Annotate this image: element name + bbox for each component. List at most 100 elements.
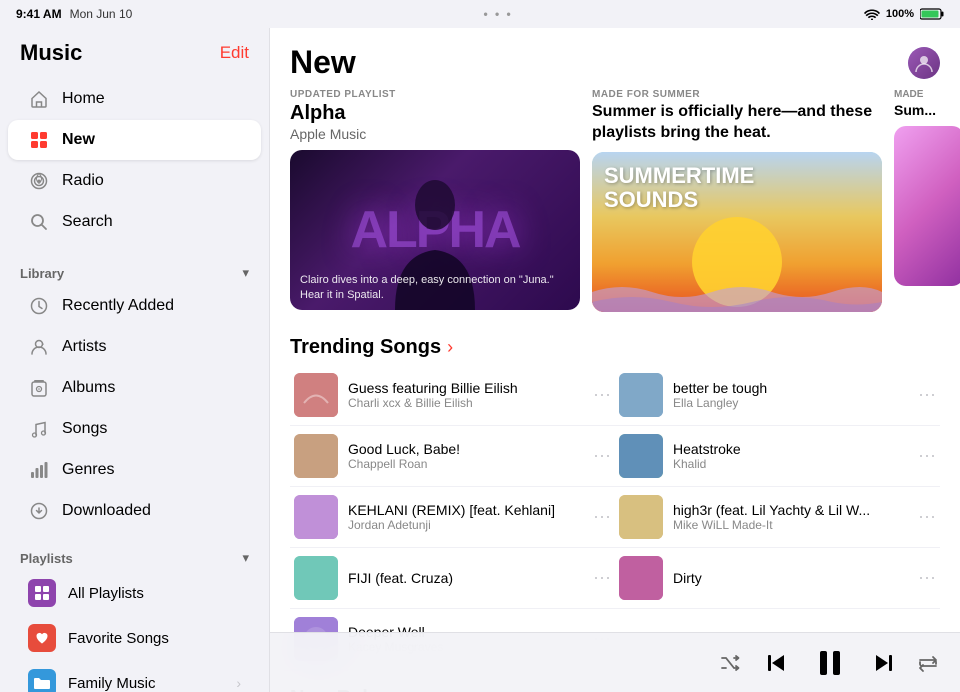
all-playlists-label: All Playlists — [68, 585, 241, 602]
family-music-icon — [28, 669, 56, 692]
sidebar-item-radio-label: Radio — [62, 172, 104, 190]
sidebar-item-recently-added[interactable]: Recently Added — [8, 286, 261, 326]
playlists-title: Playlists — [20, 551, 73, 566]
shuffle-icon — [720, 653, 744, 673]
song-info: high3r (feat. Lil Yachty & Lil W... Mike… — [673, 502, 908, 532]
song-thumb — [294, 434, 338, 478]
summer-bg: SUMMERTIMESOUNDS — [592, 152, 882, 312]
song-row[interactable]: Good Luck, Babe! Chappell Roan ··· — [290, 426, 615, 487]
summer-card-title: Summer is officially here—and these play… — [592, 102, 882, 144]
sidebar-item-radio[interactable]: Radio — [8, 161, 261, 201]
play-pause-button[interactable] — [812, 645, 848, 681]
song-row[interactable]: Guess featuring Billie Eilish Charli xcx… — [290, 365, 615, 426]
song-more-button[interactable]: ··· — [593, 384, 611, 405]
song-row[interactable]: KEHLANI (REMIX) [feat. Kehlani] Jordan A… — [290, 487, 615, 548]
sidebar-item-albums[interactable]: Albums — [8, 368, 261, 408]
song-more-button[interactable]: ··· — [593, 506, 611, 527]
genres-label: Genres — [62, 461, 114, 479]
song-thumb — [619, 556, 663, 600]
family-music-arrow-icon: › — [236, 675, 241, 691]
song-info: KEHLANI (REMIX) [feat. Kehlani] Jordan A… — [348, 502, 583, 532]
song-thumb — [294, 373, 338, 417]
featured-card-partial[interactable]: MADE Sum... — [894, 89, 960, 312]
song-info: Good Luck, Babe! Chappell Roan — [348, 441, 583, 471]
next-button[interactable] — [868, 651, 896, 675]
avatar-button[interactable] — [908, 47, 940, 79]
sidebar-item-genres[interactable]: Genres — [8, 450, 261, 490]
song-title: Dirty — [673, 570, 908, 586]
repeat-button[interactable] — [916, 652, 940, 674]
app-container: Music Edit Home — [0, 28, 960, 692]
song-artist: Ella Langley — [673, 396, 908, 410]
sidebar-item-search[interactable]: Search — [8, 202, 261, 242]
song-row[interactable]: Heatstroke Khalid ··· — [615, 426, 940, 487]
battery-icon — [920, 8, 944, 20]
featured-card-summer[interactable]: MADE FOR SUMMER Summer is officially her… — [592, 89, 882, 312]
search-icon — [28, 211, 50, 233]
song-artist: Mike WiLL Made-It — [673, 518, 908, 532]
sidebar-item-artists[interactable]: Artists — [8, 327, 261, 367]
song-art — [619, 373, 663, 417]
sidebar-item-home[interactable]: Home — [8, 79, 261, 119]
status-time: 9:41 AM Mon Jun 10 — [16, 7, 132, 21]
song-row[interactable]: Dirty ··· — [615, 548, 940, 609]
song-artist: Charli xcx & Billie Eilish — [348, 396, 583, 410]
song-thumb — [294, 495, 338, 539]
pause-icon — [812, 645, 848, 681]
edit-button[interactable]: Edit — [220, 43, 249, 63]
songs-icon — [28, 418, 50, 440]
favorite-songs-label: Favorite Songs — [68, 630, 241, 647]
trending-header: Trending Songs › — [270, 328, 960, 365]
partial-title: Sum... — [894, 102, 960, 118]
song-more-button[interactable]: ··· — [918, 567, 936, 588]
song-more-button[interactable]: ··· — [918, 506, 936, 527]
artists-icon — [28, 336, 50, 358]
song-title: FIJI (feat. Cruza) — [348, 570, 583, 586]
song-artist: Khalid — [673, 457, 908, 471]
next-icon — [868, 651, 896, 675]
song-more-button[interactable]: ··· — [593, 567, 611, 588]
trending-arrow-icon[interactable]: › — [447, 337, 453, 358]
song-art — [619, 495, 663, 539]
song-artist: Chappell Roan — [348, 457, 583, 471]
song-more-button[interactable]: ··· — [593, 445, 611, 466]
recently-added-label: Recently Added — [62, 297, 174, 315]
song-info: Heatstroke Khalid — [673, 441, 908, 471]
song-art — [294, 495, 338, 539]
song-title: better be tough — [673, 380, 908, 396]
alpha-bg: ALPHA Clairo dives into a deep, easy con… — [290, 150, 580, 310]
sidebar: Music Edit Home — [0, 28, 270, 692]
shuffle-button[interactable] — [720, 653, 744, 673]
song-row[interactable]: FIJI (feat. Cruza) ··· — [290, 548, 615, 609]
status-center: • • • — [483, 7, 512, 21]
playlist-item-family[interactable]: Family Music › — [8, 661, 261, 692]
songs-grid: Guess featuring Billie Eilish Charli xcx… — [270, 365, 960, 670]
avatar-image — [908, 47, 940, 79]
playlist-item-all[interactable]: All Playlists — [8, 571, 261, 615]
sidebar-item-songs[interactable]: Songs — [8, 409, 261, 449]
song-more-button[interactable]: ··· — [918, 384, 936, 405]
sidebar-item-downloaded[interactable]: Downloaded — [8, 491, 261, 531]
favorite-songs-icon — [28, 624, 56, 652]
previous-button[interactable] — [764, 651, 792, 675]
featured-card-alpha[interactable]: UPDATED PLAYLIST Alpha Apple Music ALPHA… — [290, 89, 580, 312]
playlist-item-favorites[interactable]: Favorite Songs — [8, 616, 261, 660]
song-title: KEHLANI (REMIX) [feat. Kehlani] — [348, 502, 583, 518]
song-more-button[interactable]: ··· — [918, 445, 936, 466]
home-icon — [28, 88, 50, 110]
songs-label: Songs — [62, 420, 107, 438]
wifi-icon — [864, 8, 880, 20]
avatar-icon — [912, 51, 936, 75]
sidebar-item-new[interactable]: New — [8, 120, 261, 160]
main-content: New UPDATED PLAYLIST Alpha Apple Music — [270, 28, 960, 692]
page-title: New — [290, 44, 356, 81]
song-thumb — [619, 495, 663, 539]
alpha-card-subtitle: Apple Music — [290, 126, 580, 142]
song-row[interactable]: high3r (feat. Lil Yachty & Lil W... Mike… — [615, 487, 940, 548]
song-row[interactable]: better be tough Ella Langley ··· — [615, 365, 940, 426]
library-section-header: Library ▾ — [0, 253, 269, 285]
song-thumb — [619, 373, 663, 417]
sidebar-header: Music Edit — [0, 28, 269, 74]
status-bar: 9:41 AM Mon Jun 10 • • • 100% — [0, 0, 960, 28]
featured-scroll: UPDATED PLAYLIST Alpha Apple Music ALPHA… — [270, 89, 960, 328]
